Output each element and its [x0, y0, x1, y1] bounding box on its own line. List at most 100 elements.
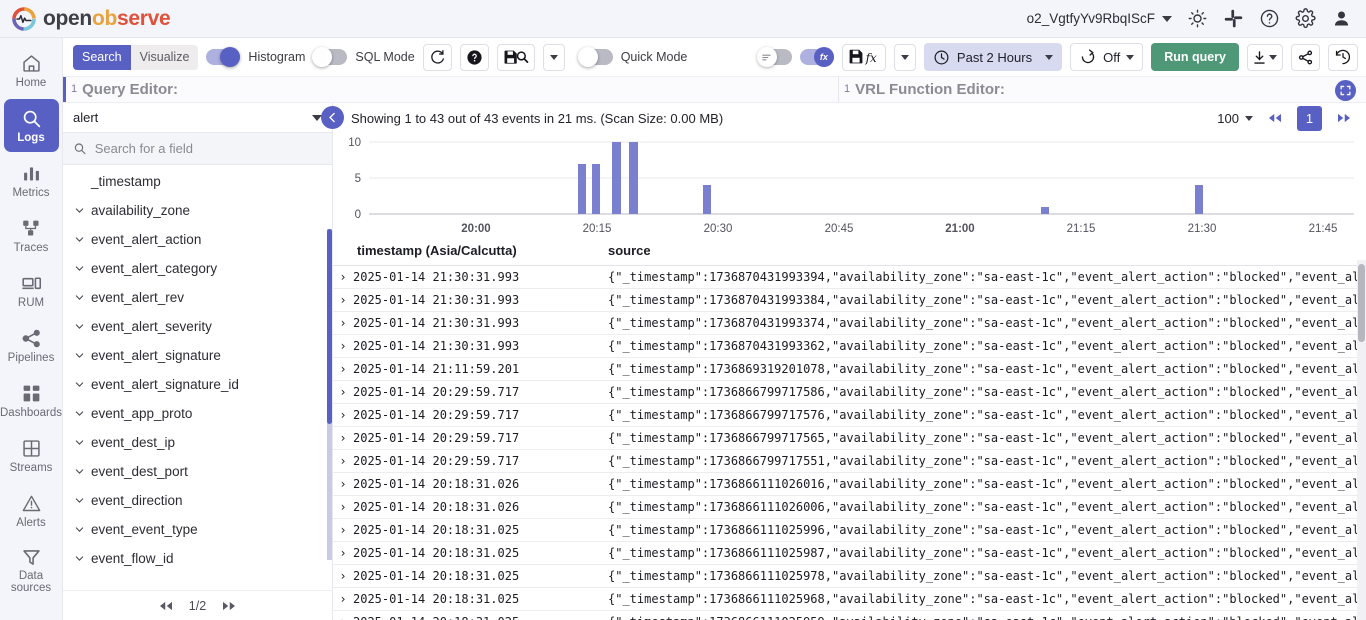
chevron-down-icon[interactable] [73, 292, 85, 303]
quick-mode-toggle[interactable] [579, 49, 613, 65]
table-row[interactable]: ›2025-01-14 21:30:31.993{"_timestamp":17… [333, 289, 1366, 312]
tab-search[interactable]: Search [73, 45, 131, 70]
expand-row-button[interactable]: › [333, 266, 353, 289]
slack-icon[interactable] [1222, 8, 1244, 30]
chevron-down-icon[interactable] [73, 495, 85, 506]
chevron-down-icon[interactable] [73, 553, 85, 564]
list-item[interactable]: event_app_proto [63, 399, 332, 428]
list-item[interactable]: event_dest_ip [63, 428, 332, 457]
sidebar-item-data-sources[interactable]: Data sources [4, 539, 59, 601]
table-row[interactable]: ›2025-01-14 21:30:31.993{"_timestamp":17… [333, 335, 1366, 358]
field-list-scrollbar-thumb[interactable] [327, 229, 332, 424]
list-item[interactable]: event_alert_rev [63, 283, 332, 312]
list-item[interactable]: event_direction [63, 486, 332, 515]
sidebar-item-logs[interactable]: Logs [4, 99, 59, 152]
expand-row-button[interactable]: › [333, 358, 353, 381]
vrl-function-toggle[interactable]: fx [800, 49, 834, 65]
histogram-toggle[interactable] [206, 49, 240, 65]
list-item[interactable]: availability_zone [63, 196, 332, 225]
sidebar-item-metrics[interactable]: Metrics [4, 154, 59, 207]
collapse-fields-panel-button[interactable] [321, 106, 344, 129]
sidebar-item-dashboards[interactable]: Dashboards [4, 374, 59, 427]
expand-row-button[interactable]: › [333, 427, 353, 450]
expand-row-button[interactable]: › [333, 588, 353, 611]
table-row[interactable]: ›2025-01-14 20:18:31.025{"_timestamp":17… [333, 611, 1366, 620]
organization-selector[interactable]: o2_VgtfyYv9RbqIScF [1027, 11, 1172, 26]
expand-row-button[interactable]: › [333, 542, 353, 565]
share-link-button[interactable] [1291, 44, 1320, 71]
page-size-selector[interactable]: 100 [1217, 111, 1253, 126]
list-item[interactable]: event_alert_category [63, 254, 332, 283]
table-row[interactable]: ›2025-01-14 21:30:31.993{"_timestamp":17… [333, 312, 1366, 335]
tab-visualize[interactable]: Visualize [131, 45, 199, 70]
timestamp-column-header[interactable]: timestamp (Asia/Calcutta) [353, 238, 608, 266]
expand-row-button[interactable]: › [333, 496, 353, 519]
function-dropdown-button[interactable] [894, 44, 916, 71]
table-row[interactable]: ›2025-01-14 20:18:31.026{"_timestamp":17… [333, 473, 1366, 496]
sidebar-item-streams[interactable]: Streams [4, 429, 59, 482]
query-history-button[interactable] [1328, 44, 1358, 71]
field-list-toggle[interactable] [758, 49, 792, 65]
sidebar-item-rum[interactable]: RUM [4, 264, 59, 317]
table-row[interactable]: ›2025-01-14 20:29:59.717{"_timestamp":17… [333, 450, 1366, 473]
histogram-chart[interactable]: 10 5 0 20:00 20:15 20:30 20:45 21:00 21:… [333, 133, 1366, 238]
chevron-down-icon[interactable] [73, 234, 85, 245]
download-results-button[interactable] [1247, 44, 1283, 71]
list-item[interactable]: event_dest_port [63, 457, 332, 486]
expand-row-button[interactable]: › [333, 611, 353, 620]
vrl-function-editor[interactable]: 1 VRL Function Editor: [838, 77, 1366, 102]
chevron-down-icon[interactable] [73, 205, 85, 216]
save-function-button[interactable]: fx [842, 44, 886, 71]
expand-row-button[interactable]: › [333, 519, 353, 542]
expand-row-button[interactable]: › [333, 450, 353, 473]
user-icon[interactable] [1330, 8, 1352, 30]
current-page-button[interactable]: 1 [1297, 106, 1322, 131]
list-item[interactable]: _timestamp [63, 167, 332, 196]
auto-refresh-selector[interactable]: Off [1070, 43, 1143, 71]
list-item[interactable]: event_alert_signature [63, 341, 332, 370]
expand-row-button[interactable]: › [333, 289, 353, 312]
table-row[interactable]: ›2025-01-14 20:18:31.025{"_timestamp":17… [333, 519, 1366, 542]
chevron-down-icon[interactable] [73, 437, 85, 448]
sql-mode-toggle[interactable] [313, 49, 347, 65]
sidebar-item-pipelines[interactable]: Pipelines [4, 319, 59, 372]
saved-views-button[interactable] [497, 44, 535, 71]
help-circle-icon[interactable] [1258, 8, 1280, 30]
list-item[interactable]: event_alert_severity [63, 312, 332, 341]
expand-row-button[interactable]: › [333, 312, 353, 335]
expand-row-button[interactable]: › [333, 473, 353, 496]
expand-row-button[interactable]: › [333, 381, 353, 404]
list-item[interactable]: event_event_type [63, 515, 332, 544]
table-row[interactable]: ›2025-01-14 20:18:31.025{"_timestamp":17… [333, 542, 1366, 565]
search-input[interactable] [95, 141, 322, 156]
run-query-button[interactable]: Run query [1151, 43, 1239, 71]
table-row[interactable]: ›2025-01-14 20:18:31.025{"_timestamp":17… [333, 565, 1366, 588]
chevron-down-icon[interactable] [73, 350, 85, 361]
list-item[interactable]: event_alert_action [63, 225, 332, 254]
chevron-down-icon[interactable] [73, 321, 85, 332]
chevron-down-icon[interactable] [73, 379, 85, 390]
chevron-down-icon[interactable] [73, 263, 85, 274]
double-chevron-left-icon[interactable] [157, 600, 175, 612]
expand-row-button[interactable]: › [333, 404, 353, 427]
table-row[interactable]: ›2025-01-14 20:18:31.026{"_timestamp":17… [333, 496, 1366, 519]
expand-row-button[interactable]: › [333, 335, 353, 358]
table-scrollbar-thumb[interactable] [1358, 264, 1365, 342]
sidebar-item-alerts[interactable]: Alerts [4, 484, 59, 537]
chevron-down-icon[interactable] [73, 466, 85, 477]
reset-filters-button[interactable] [423, 44, 452, 71]
saved-views-dropdown-button[interactable] [543, 44, 565, 71]
time-range-selector[interactable]: Past 2 Hours [924, 43, 1062, 71]
expand-fullscreen-icon[interactable] [1335, 80, 1356, 101]
stream-selector[interactable]: alert [63, 103, 332, 133]
brand-logo-area[interactable]: openobserve [0, 7, 170, 31]
chevron-down-icon[interactable] [73, 408, 85, 419]
sun-icon[interactable] [1186, 8, 1208, 30]
sidebar-item-user-management[interactable] [4, 603, 59, 620]
table-row[interactable]: ›2025-01-14 21:30:31.993{"_timestamp":17… [333, 266, 1366, 289]
next-page-button[interactable] [1332, 106, 1356, 130]
table-row[interactable]: ›2025-01-14 21:11:59.201{"_timestamp":17… [333, 358, 1366, 381]
previous-page-button[interactable] [1263, 106, 1287, 130]
sidebar-item-traces[interactable]: Traces [4, 209, 59, 262]
help-button[interactable] [460, 44, 489, 71]
